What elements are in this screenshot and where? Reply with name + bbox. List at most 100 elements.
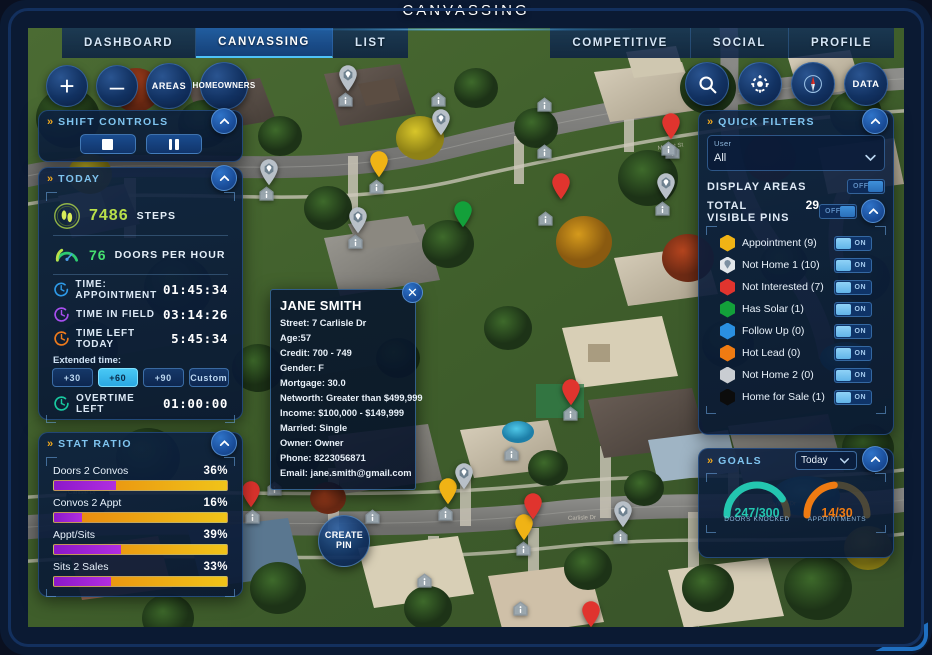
extended-time-plus60-button[interactable]: +60	[97, 368, 138, 387]
map-house-info-icon-19[interactable]	[416, 572, 433, 589]
map-pin-13[interactable]	[522, 492, 544, 520]
close-icon[interactable]: ✕	[402, 282, 423, 303]
filter-color-hex-7	[720, 388, 735, 406]
time-label-0: Time: Appointment	[75, 278, 157, 301]
map-house-info-icon-16[interactable]	[437, 505, 454, 522]
nav-tab-competitive[interactable]: COMPETITIVE	[550, 28, 691, 58]
collapse-stat-ratio-button[interactable]	[211, 430, 237, 456]
map-house-info-icon-12[interactable]	[503, 445, 520, 462]
time-row-0: Time: Appointment 01:45:34	[51, 276, 230, 303]
user-filter[interactable]: User All	[707, 135, 885, 171]
map-house-info-icon-0[interactable]	[536, 143, 553, 160]
collapse-goals-button[interactable]	[862, 446, 888, 472]
map-pin-5[interactable]	[550, 172, 572, 200]
areas-button[interactable]: AREAS	[146, 63, 192, 109]
map-house-info-icon-9[interactable]	[660, 140, 677, 157]
map-house-info-icon-5[interactable]	[258, 185, 275, 202]
map-pin-4[interactable]	[368, 150, 390, 178]
filter-toggle-7[interactable]: ON	[834, 389, 872, 405]
filter-row-1[interactable]: Not Home 1 (10) ON	[718, 254, 874, 276]
popup-detail-lines: Street: 7 Carlisle Dr Age:57 Credit: 700 -…	[280, 316, 423, 482]
popup-line-6: Income: $100,000 - $149,999	[280, 408, 405, 419]
map-house-info-icon-6[interactable]	[368, 178, 385, 195]
filter-toggle-2[interactable]: ON	[834, 279, 872, 295]
map-house-info-icon-7[interactable]	[347, 233, 364, 250]
map-pin-11[interactable]	[453, 462, 475, 490]
filter-row-4[interactable]: Follow Up (0) ON	[718, 320, 874, 342]
home-owners-button[interactable]: HOME OWNERS	[193, 62, 255, 110]
chevron-double-right-icon: »	[707, 455, 713, 467]
goals-period-select[interactable]: Today	[795, 451, 857, 470]
nav-tab-profile[interactable]: PROFILE	[788, 28, 894, 58]
extended-time-plus30-button[interactable]: +30	[52, 368, 93, 387]
nav-tab-list[interactable]: LIST	[332, 28, 409, 58]
data-button[interactable]: DATA	[844, 62, 888, 106]
stop-shift-button[interactable]	[79, 134, 136, 154]
map-pin-1[interactable]	[430, 108, 452, 136]
nav-tab-canvassing[interactable]: CANVASSING	[196, 28, 333, 58]
nav-tab-social[interactable]: SOCIAL	[690, 28, 789, 58]
search-icon[interactable]	[685, 62, 729, 106]
nav-tab-dashboard[interactable]: DASHBOARD	[62, 28, 197, 58]
filter-row-6[interactable]: Not Home 2 (0) ON	[718, 364, 874, 386]
display-areas-toggle[interactable]: OFF	[847, 179, 885, 194]
map-pin-15[interactable]	[240, 480, 262, 508]
stat-ratio-item-1: Convos 2 Appt 16%	[51, 495, 230, 527]
zoom-in-button[interactable]: +	[46, 65, 88, 107]
map-pin-16[interactable]	[580, 600, 602, 627]
filter-row-3[interactable]: Has Solar (1) ON	[718, 298, 874, 320]
filter-toggle-3[interactable]: ON	[834, 301, 872, 317]
nav-left-group: DASHBOARD CANVASSING LIST	[62, 28, 409, 58]
map-house-info-icon-11[interactable]	[562, 405, 579, 422]
map-pin-14[interactable]	[612, 500, 634, 528]
collapse-quick-filters-button[interactable]	[862, 108, 888, 134]
collapse-pin-list-button[interactable]	[861, 199, 885, 223]
steps-row: 7486 Steps	[51, 198, 230, 234]
extended-time-plus90-button[interactable]: +90	[143, 368, 184, 387]
map-house-info-icon-18[interactable]	[612, 528, 629, 545]
filter-toggle-6[interactable]: ON	[834, 367, 872, 383]
map-house-info-icon-2[interactable]	[536, 96, 553, 113]
extended-time-custom-button[interactable]: Custom	[188, 368, 229, 387]
map-house-info-icon-22[interactable]	[690, 625, 707, 627]
filter-row-0[interactable]: Appointment (9) ON	[718, 232, 874, 254]
map-house-info-icon-10[interactable]	[654, 200, 671, 217]
stat-ratio-pct-3: 33%	[203, 561, 228, 573]
filter-toggle-4[interactable]: ON	[834, 323, 872, 339]
filter-toggle-0[interactable]: ON	[834, 235, 872, 251]
clock-icon	[54, 306, 69, 322]
goals-title: Goals	[718, 455, 762, 467]
map-pin-0[interactable]	[337, 64, 359, 92]
map-house-info-icon-20[interactable]	[512, 600, 529, 617]
shift-buttons	[39, 134, 242, 154]
map-house-info-icon-8[interactable]	[537, 210, 554, 227]
map-pin-2[interactable]	[660, 112, 682, 140]
filter-toggle-1[interactable]: ON	[834, 257, 872, 273]
map-house-info-icon-14[interactable]	[244, 508, 261, 525]
user-select[interactable]: All	[714, 148, 878, 168]
map-pin-8[interactable]	[452, 200, 474, 228]
compass-icon[interactable]	[791, 62, 835, 106]
map-house-info-icon-17[interactable]	[515, 540, 532, 557]
target-icon[interactable]	[738, 62, 782, 106]
pause-shift-button[interactable]	[145, 134, 202, 154]
filter-row-2[interactable]: Not Interested (7) ON	[718, 276, 874, 298]
map-house-info-icon-15[interactable]	[364, 508, 381, 525]
filter-row-7[interactable]: Home for Sale (1) ON	[718, 386, 874, 408]
map-pin-3[interactable]	[258, 158, 280, 186]
filter-toggle-5[interactable]: ON	[834, 345, 872, 361]
total-visible-pins-toggle[interactable]: OFF	[819, 203, 857, 219]
map-house-info-icon-3[interactable]	[430, 91, 447, 108]
collapse-shift-controls-button[interactable]	[211, 108, 237, 134]
map-pin-6[interactable]	[655, 172, 677, 200]
map-house-info-icon-4[interactable]	[337, 91, 354, 108]
map-pin-9[interactable]	[560, 378, 582, 406]
map-pin-7[interactable]	[347, 206, 369, 234]
filter-name-2: Not Interested (7)	[742, 281, 824, 293]
create-pin-button[interactable]: CREATE PIN	[318, 515, 370, 567]
stat-ratio-name-3: Sits 2 Sales	[53, 561, 109, 573]
filter-row-5[interactable]: Hot Lead (0) ON	[718, 342, 874, 364]
zoom-out-button[interactable]: –	[96, 65, 138, 107]
collapse-today-button[interactable]	[211, 165, 237, 191]
filter-toggle-state-5: ON	[854, 349, 866, 357]
